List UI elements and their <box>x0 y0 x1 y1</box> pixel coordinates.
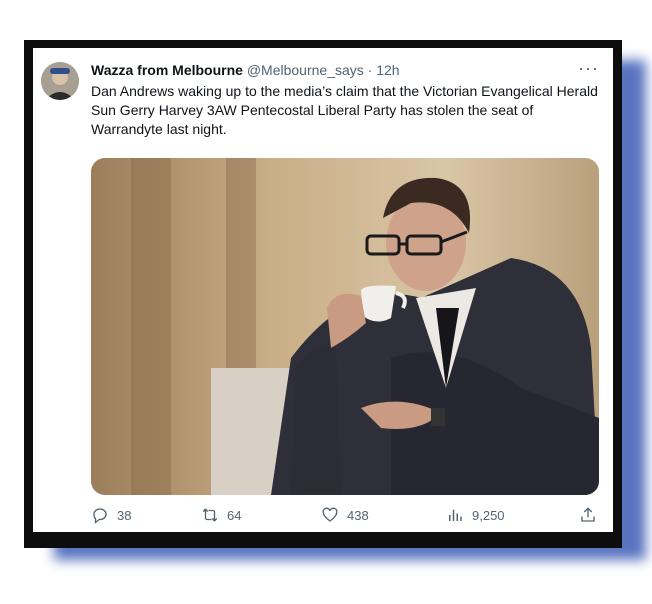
views-icon <box>449 509 462 521</box>
tweet-photo[interactable] <box>91 158 599 495</box>
share-icon <box>581 507 595 522</box>
heart-icon <box>322 507 338 522</box>
retweet-icon <box>202 508 218 522</box>
tweet-text: Dan Andrews waking up to the media’s cla… <box>91 83 598 137</box>
author-handle[interactable]: @Melbourne_says <box>247 62 364 78</box>
views-count: 9,250 <box>472 507 505 523</box>
tweet-card[interactable]: Wazza from Melbourne @Melbourne_says · 1… <box>33 48 613 532</box>
views-button[interactable]: 9,250 <box>446 506 505 524</box>
like-button[interactable]: 438 <box>321 506 369 524</box>
avatar[interactable] <box>41 62 79 100</box>
share-button[interactable] <box>579 506 597 524</box>
tweet-header: Wazza from Melbourne @Melbourne_says · 1… <box>91 62 591 78</box>
tweet-time[interactable]: 12h <box>376 62 399 78</box>
retweet-count: 64 <box>227 507 242 523</box>
reply-button[interactable]: 38 <box>91 506 131 524</box>
more-icon[interactable]: ··· <box>578 58 599 79</box>
retweet-button[interactable]: 64 <box>201 506 241 524</box>
meta-separator: · <box>363 62 377 78</box>
reply-icon <box>93 508 107 524</box>
author-name[interactable]: Wazza from Melbourne <box>91 62 243 78</box>
action-bar: 38 64 438 9,250 <box>91 506 601 526</box>
reply-count: 38 <box>117 507 132 523</box>
like-count: 438 <box>347 507 369 523</box>
